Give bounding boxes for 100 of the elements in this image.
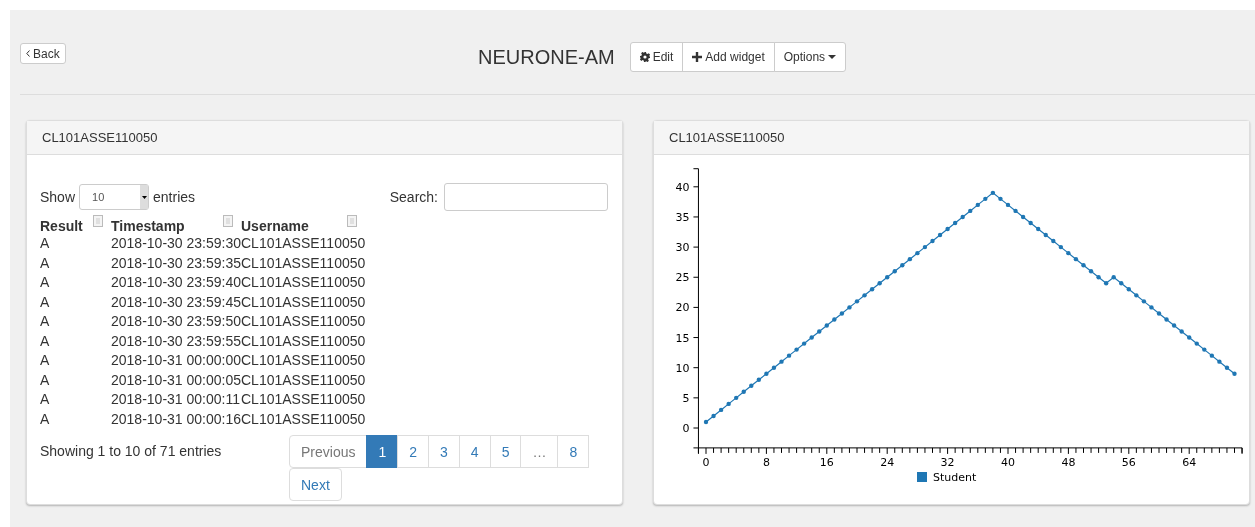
- data-point: [726, 401, 731, 407]
- data-point: [1111, 275, 1116, 280]
- table-cell: 2018-10-30 23:59:50: [111, 313, 241, 329]
- sort-icon[interactable]: [93, 215, 103, 227]
- page-link[interactable]: 4: [458, 435, 491, 468]
- data-point: [1187, 335, 1192, 340]
- page-link[interactable]: 3: [428, 435, 460, 468]
- panel-title: CL101ASSE110050: [669, 130, 785, 145]
- table-cell: 2018-10-30 23:59:45: [111, 293, 241, 310]
- toolbar-button[interactable]: Edit: [629, 42, 684, 72]
- toolbar-button[interactable]: Options: [773, 42, 847, 72]
- page-link[interactable]: Next: [289, 468, 342, 501]
- table-cell: A: [40, 274, 50, 290]
- data-point: [945, 226, 950, 232]
- data-point: [1081, 263, 1086, 268]
- page-title: NEURONE-AM: [478, 45, 615, 69]
- data-point: [764, 371, 769, 376]
- data-point: [756, 377, 762, 382]
- data-point: [1088, 269, 1094, 274]
- table-cell: CL101ASSE110050: [241, 274, 366, 290]
- column-header[interactable]: Username: [241, 218, 309, 234]
- data-point: [1141, 299, 1147, 304]
- axis-label: 64: [1182, 455, 1197, 469]
- data-point: [718, 407, 724, 413]
- length-label: entries: [153, 189, 196, 205]
- data-point: [703, 419, 709, 425]
- sort-icon[interactable]: [223, 215, 233, 227]
- data-point: [1126, 287, 1131, 292]
- axis-label: 16: [819, 455, 834, 469]
- data-point: [801, 341, 807, 346]
- data-point: [960, 214, 965, 220]
- column-header[interactable]: Timestamp: [111, 218, 185, 234]
- table-cell: A: [40, 254, 50, 271]
- page-link[interactable]: 5: [489, 435, 522, 468]
- data-point: [854, 299, 860, 304]
- data-point: [832, 317, 837, 322]
- caret-icon: [141, 195, 147, 199]
- data-point: [998, 196, 1003, 202]
- axis-label: 10: [675, 361, 690, 375]
- data-point: [1096, 275, 1101, 280]
- data-point: [1066, 250, 1071, 256]
- search-label: Search:: [389, 189, 438, 205]
- data-point: [1149, 305, 1154, 310]
- data-point: [1179, 329, 1184, 334]
- page-link[interactable]: 2: [397, 435, 430, 468]
- page-link[interactable]: 1: [366, 435, 399, 468]
- axis-label: 24: [880, 455, 895, 469]
- data-point: [1164, 317, 1169, 322]
- table-cell: CL101ASSE110050: [241, 313, 366, 329]
- panel-title: CL101ASSE110050: [42, 130, 158, 145]
- table-cell: CL101ASSE110050: [241, 352, 366, 368]
- toolbar-button[interactable]: Add widget: [682, 42, 775, 72]
- table-cell: CL101ASSE110050: [241, 293, 366, 310]
- page-link[interactable]: 8: [557, 435, 590, 468]
- axis-label: 0: [702, 455, 710, 469]
- table-cell: 2018-10-30 23:59:55: [111, 332, 241, 349]
- data-point: [1051, 238, 1056, 244]
- data-point: [847, 305, 852, 310]
- table-cell: 2018-10-31 00:00:05: [111, 371, 241, 388]
- table-cell: 2018-10-30 23:59:30: [111, 235, 241, 251]
- data-point: [1028, 220, 1033, 226]
- back-button[interactable]: Back: [20, 43, 66, 64]
- data-point: [1156, 311, 1162, 316]
- plus-icon: [692, 52, 703, 62]
- data-point: [786, 353, 792, 358]
- table-cell: A: [40, 391, 50, 407]
- data-point: [983, 196, 988, 202]
- table-cell: 2018-10-31 00:00:16: [111, 410, 241, 427]
- table-cell: A: [40, 410, 50, 427]
- table-cell: A: [40, 313, 50, 329]
- table-cell: 2018-10-30 23:59:35: [111, 254, 241, 271]
- data-point: [900, 263, 905, 268]
- data-point: [1058, 244, 1064, 250]
- data-point: [892, 269, 897, 274]
- data-point: [1202, 347, 1207, 352]
- entries-select[interactable]: 10: [79, 184, 150, 210]
- data-point: [869, 287, 875, 292]
- column-header[interactable]: Result: [40, 218, 83, 234]
- data-point: [1005, 202, 1011, 208]
- axis-label: 32: [940, 455, 955, 469]
- data-point: [990, 190, 996, 196]
- table-cell: CL101ASSE110050: [241, 371, 366, 388]
- data-point: [1134, 293, 1139, 298]
- search-field[interactable]: [444, 183, 608, 211]
- table-info: Showing 1 to 10 of 71 entries: [40, 442, 223, 459]
- table-cell: A: [40, 352, 50, 368]
- data-point: [1013, 208, 1018, 214]
- data-point: [1217, 359, 1222, 364]
- data-point: [1232, 371, 1237, 376]
- data-point: [885, 275, 890, 280]
- data-point: [779, 359, 784, 364]
- data-point: [1036, 226, 1041, 232]
- data-point: [1119, 281, 1124, 286]
- axis-label: 15: [675, 331, 690, 345]
- axis-label: 35: [675, 210, 690, 224]
- sort-icon[interactable]: [347, 215, 358, 227]
- chevron-left-icon: [26, 50, 30, 57]
- axis-label: 56: [1121, 455, 1136, 469]
- data-point: [1103, 281, 1109, 286]
- axis-label: 48: [1061, 455, 1076, 469]
